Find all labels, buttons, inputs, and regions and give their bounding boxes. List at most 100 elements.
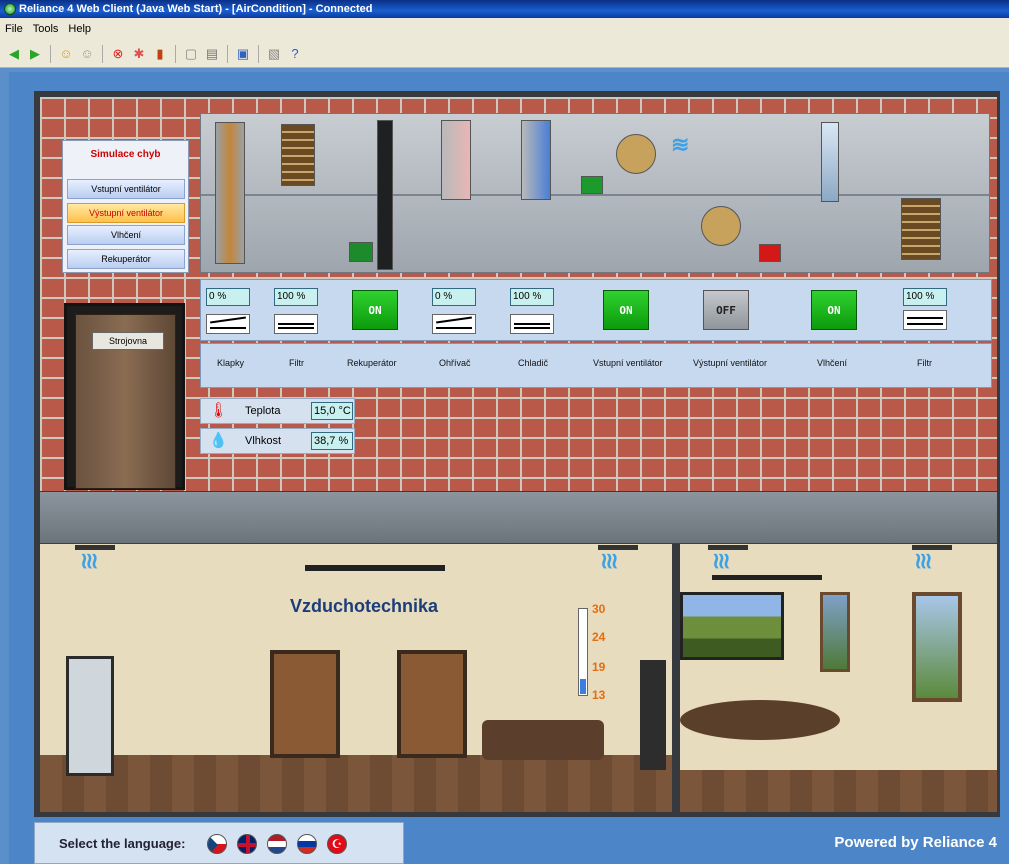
czech-flag-icon[interactable]: [207, 834, 227, 854]
cooler-component: [521, 120, 551, 200]
fault-simulation-panel: Simulace chyb Vstupní ventilátor Výstupn…: [62, 140, 189, 273]
window-titlebar[interactable]: Reliance 4 Web Client (Java Web Start) -…: [0, 0, 1009, 18]
save-icon[interactable]: ▣: [235, 46, 251, 62]
office-door-1[interactable]: [270, 650, 340, 758]
cooler-value: 100 %: [510, 288, 554, 306]
damper-component: [215, 122, 245, 264]
ceiling-light: [305, 565, 445, 571]
recuperator-toggle[interactable]: ON: [352, 290, 398, 330]
component-labels-panel: Klapky Filtr Rekuperátor Ohřívač Chladič…: [200, 343, 992, 388]
outlet-fan-motor: [759, 244, 781, 262]
reliance-app-icon: [4, 3, 16, 15]
inlet-airflow-waves: ≋: [671, 132, 690, 157]
forward-arrow-icon[interactable]: ▶: [27, 46, 43, 62]
airflow-waves-icon: ≀≀≀: [712, 548, 731, 573]
thermometer-icon: 🌡: [209, 402, 229, 419]
alarm-ack-icon[interactable]: ✱: [131, 46, 147, 62]
toolbar-separator: [258, 44, 259, 63]
reception-desk: [482, 720, 604, 760]
menu-tools[interactable]: Tools: [33, 23, 59, 35]
outlet-filter-component: [901, 198, 941, 260]
duct-divider: [201, 194, 989, 196]
ceiling-duct-space: [40, 492, 997, 544]
thermometer-tick: 13: [592, 688, 606, 702]
uk-flag-icon[interactable]: [237, 834, 257, 854]
language-label: Select the language:: [59, 836, 186, 851]
heater-component: [441, 120, 471, 200]
label-filter-out: Filtr: [917, 358, 932, 368]
toolbar-separator: [50, 44, 51, 63]
simulation-title: Simulace chyb: [90, 149, 161, 160]
cooler-indicator: [510, 314, 554, 334]
water-drop-icon: 💧: [209, 432, 228, 449]
window: [912, 592, 962, 702]
door-leaf: Strojovna: [75, 314, 176, 489]
turkish-flag-icon[interactable]: ☪: [327, 834, 347, 854]
humidity-label: Vlhkost: [245, 435, 282, 447]
control-panel: 0 % 100 % ON 0 % 100 % ON OFF ON 100 %: [200, 279, 992, 341]
powered-by-label: Powered by Reliance 4: [834, 834, 997, 851]
help-icon[interactable]: ?: [287, 46, 303, 62]
humidifier-toggle[interactable]: ON: [811, 290, 857, 330]
toolbar-separator: [175, 44, 176, 63]
recuperator-wheel: [377, 120, 393, 270]
office-door-2[interactable]: [397, 650, 467, 758]
filter-out-indicator: [903, 310, 947, 330]
ceiling-light: [712, 575, 822, 580]
dutch-flag-icon[interactable]: [267, 834, 287, 854]
label-heater: Ohřívač: [439, 358, 471, 368]
damper-in-value: 0 %: [206, 288, 250, 306]
label-filter-in: Filtr: [289, 358, 304, 368]
airflow-waves-icon: ≀≀≀: [80, 548, 99, 573]
landscape-screen: [680, 592, 784, 660]
user-logout-icon[interactable]: ☺: [79, 46, 95, 62]
inlet-fan-toggle[interactable]: ON: [603, 290, 649, 330]
conference-table: [680, 700, 840, 740]
toolbar-separator: [102, 44, 103, 63]
left-glass-door[interactable]: [66, 656, 114, 776]
menu-file[interactable]: File: [5, 23, 23, 35]
menu-help[interactable]: Help: [68, 23, 91, 35]
filter-in-value: 100 %: [274, 288, 318, 306]
thermometer-fill: [580, 678, 586, 694]
airflow-waves-icon: ≀≀≀: [600, 548, 619, 573]
window: [820, 592, 850, 672]
outlet-fan: [701, 206, 741, 246]
back-arrow-icon[interactable]: ◀: [6, 46, 22, 62]
trend-chart-icon[interactable]: ▮: [152, 46, 168, 62]
sim-button-inlet-fan[interactable]: Vstupní ventilátor: [67, 179, 185, 199]
left-room-floor: [40, 755, 672, 812]
sim-button-humidifier[interactable]: Vlhčení: [67, 225, 185, 245]
damper-in-indicator: [206, 314, 250, 334]
user-login-icon[interactable]: ☺: [58, 46, 74, 62]
toolbar-separator: [227, 44, 228, 63]
inlet-fan: [616, 134, 656, 174]
right-glass-door[interactable]: [640, 660, 666, 770]
heater-value: 0 %: [432, 288, 476, 306]
label-outlet-fan: Výstupní ventilátor: [693, 358, 768, 368]
heater-indicator: [432, 314, 476, 334]
thermometer-tick: 19: [592, 660, 606, 674]
label-recuperator: Rekuperátor: [347, 358, 397, 368]
blank-page-icon[interactable]: ▢: [183, 46, 199, 62]
temperature-sensor: 🌡 Teplota 15,0 °C: [200, 398, 355, 424]
sim-button-outlet-fan[interactable]: Výstupní ventilátor: [67, 203, 185, 223]
temperature-value: 15,0 °C: [311, 402, 353, 420]
machine-room-door[interactable]: Strojovna: [64, 303, 185, 490]
russian-flag-icon[interactable]: [297, 834, 317, 854]
print-icon[interactable]: ▤: [204, 46, 220, 62]
outlet-fan-toggle[interactable]: OFF: [703, 290, 749, 330]
alarm-icon[interactable]: ⊗: [110, 46, 126, 62]
label-humidifier: Vlhčení: [817, 358, 848, 368]
door-label: Strojovna: [92, 332, 164, 350]
thermometer-tick: 30: [592, 602, 606, 616]
humidifier-component: [821, 122, 839, 202]
window-icon[interactable]: ▧: [266, 46, 282, 62]
room-thermometer: [578, 608, 588, 696]
airflow-waves-icon: ≀≀≀: [914, 548, 933, 573]
humidity-sensor: 💧 Vlhkost 38,7 %: [200, 428, 355, 454]
sim-button-recuperator[interactable]: Rekuperátor: [67, 249, 185, 269]
label-inlet-fan: Vstupní ventilátor: [593, 358, 663, 368]
thermometer-tick: 24: [592, 630, 606, 644]
filter-out-value: 100 %: [903, 288, 947, 306]
